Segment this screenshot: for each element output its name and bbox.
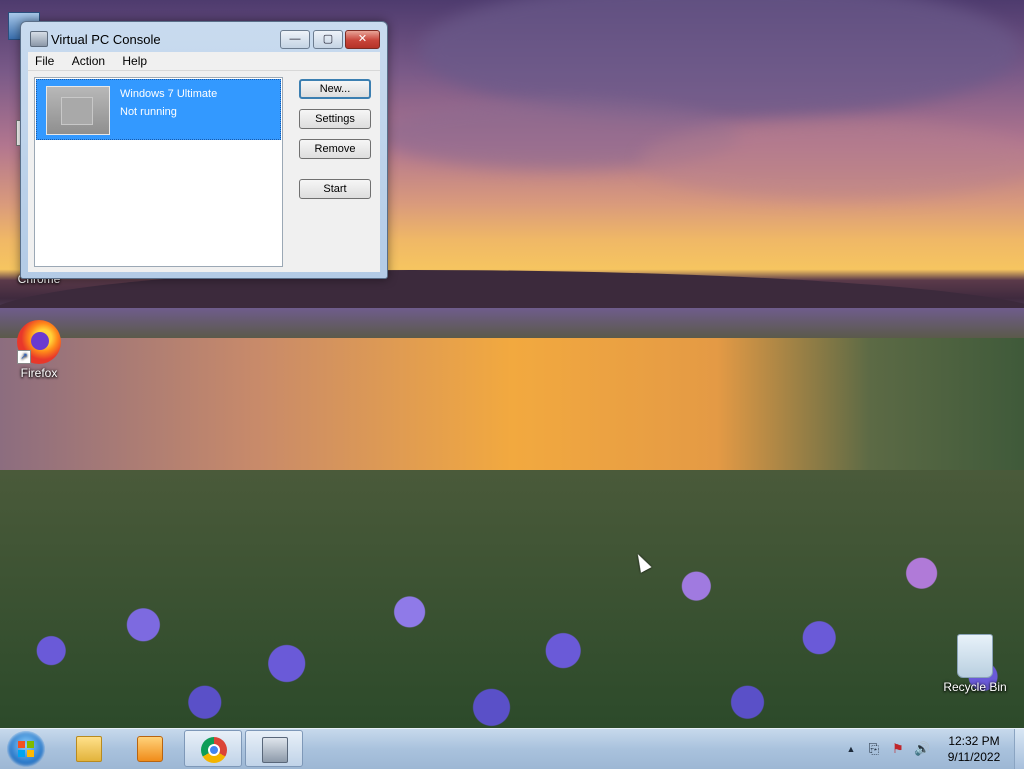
sky-cloud	[640, 120, 1024, 200]
virtual-pc-console-window[interactable]: Virtual PC Console — ▢ ✕ File Action Hel…	[20, 21, 388, 279]
show-hidden-icons-arrow-icon[interactable]: ▲	[843, 741, 859, 757]
virtual-pc-icon	[30, 31, 48, 47]
network-icon[interactable]: ⎘	[866, 741, 882, 757]
start-button[interactable]: Start	[299, 179, 371, 199]
clock-date: 9/11/2022	[947, 750, 1001, 764]
maximize-button[interactable]: ▢	[313, 30, 343, 49]
new-button[interactable]: New...	[299, 79, 371, 99]
vm-list-item[interactable]: Windows 7 Ultimate Not running	[36, 79, 281, 140]
window-client-area: Windows 7 Ultimate Not running New... Se…	[28, 70, 380, 272]
action-center-flag-icon[interactable]: ⚑	[890, 741, 906, 757]
menu-bar: File Action Help	[28, 52, 380, 70]
desktop-icon-recycle-bin[interactable]: Recycle Bin	[937, 634, 1013, 694]
settings-button[interactable]: Settings	[299, 109, 371, 129]
desktop-icon-firefox[interactable]: ↗ Firefox	[1, 320, 77, 380]
shortcut-arrow-icon: ↗	[17, 350, 31, 364]
desktop-icon-label: Firefox	[20, 366, 58, 380]
clock-time: 12:32 PM	[948, 734, 1000, 748]
title-bar[interactable]: Virtual PC Console — ▢ ✕	[21, 22, 387, 52]
taskbar: ▲ ⎘ ⚑ 🔊 12:32 PM 9/11/2022	[0, 728, 1024, 769]
show-desktop-button[interactable]	[1014, 729, 1024, 769]
volume-icon[interactable]: 🔊	[914, 741, 930, 757]
remove-button[interactable]: Remove	[299, 139, 371, 159]
vm-list[interactable]: Windows 7 Ultimate Not running	[34, 77, 283, 267]
flower-field	[0, 470, 1024, 728]
window-title: Virtual PC Console	[51, 32, 161, 47]
minimize-button[interactable]: —	[280, 30, 310, 49]
close-button[interactable]: ✕	[345, 30, 380, 49]
menu-help[interactable]: Help	[115, 52, 154, 68]
vm-thumbnail-icon	[46, 86, 110, 135]
system-clock[interactable]: 12:32 PM 9/11/2022	[935, 733, 1013, 765]
menu-action[interactable]: Action	[65, 52, 112, 68]
notification-area: ▲ ⎘ ⚑ 🔊 12:32 PM 9/11/2022	[0, 729, 1024, 769]
menu-file[interactable]: File	[28, 52, 61, 68]
recycle-bin-icon	[957, 634, 993, 678]
vm-status: Not running	[120, 106, 177, 118]
desktop-icon-label: Recycle Bin	[943, 680, 1007, 694]
lake	[0, 338, 1024, 478]
meadow	[0, 308, 1024, 338]
vm-name: Windows 7 Ultimate	[120, 88, 218, 100]
